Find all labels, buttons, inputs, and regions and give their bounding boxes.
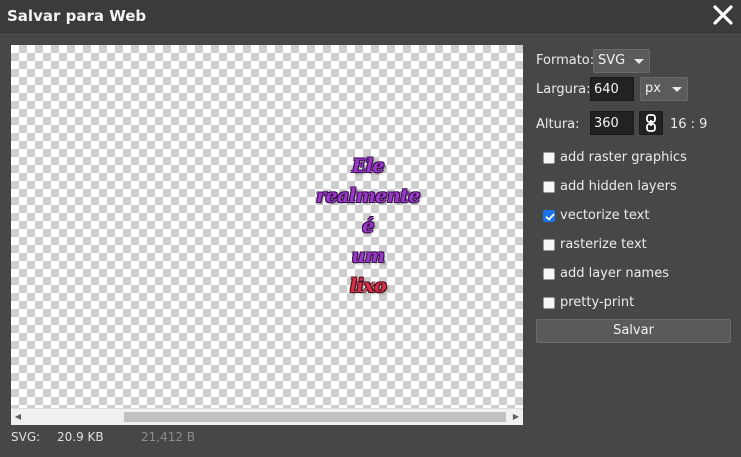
output-file-size: 20.9 KB <box>57 430 104 444</box>
height-label: Altura: <box>536 117 580 132</box>
artwork-text-line: realmente <box>316 185 421 207</box>
chevron-down-icon <box>672 87 682 92</box>
format-select[interactable]: SVG <box>593 49 650 73</box>
unit-select-value: px <box>645 81 661 96</box>
preview-artwork: Ele realmente é um lixo <box>303 151 433 301</box>
unit-select[interactable]: px <box>640 77 688 101</box>
width-input[interactable] <box>590 77 634 101</box>
scroll-right-arrow-icon[interactable]: ▶ <box>509 409 523 425</box>
chain-link-icon <box>646 114 656 132</box>
height-input[interactable] <box>590 111 634 135</box>
aspect-ratio-label: 16 : 9 <box>670 117 708 132</box>
save-button[interactable]: Salvar <box>536 319 731 343</box>
constrain-proportions-button[interactable] <box>639 111 663 135</box>
artwork-text-line: é <box>362 215 374 237</box>
preview-horizontal-scrollbar[interactable]: ◀ ▶ <box>11 408 523 425</box>
checkbox[interactable] <box>543 268 555 280</box>
artwork-text-line: um <box>351 245 385 267</box>
scroll-left-arrow-icon[interactable]: ◀ <box>11 409 25 425</box>
format-label: Formato: <box>536 53 595 68</box>
checkbox-checked[interactable] <box>543 210 555 222</box>
close-button[interactable] <box>711 3 735 27</box>
checkbox[interactable] <box>543 297 555 309</box>
dialog-titlebar: Salvar para Web <box>0 0 741 33</box>
artwork-text-line: Ele <box>351 155 385 177</box>
dialog-title: Salvar para Web <box>7 7 147 25</box>
scrollbar-thumb[interactable] <box>124 412 506 422</box>
option-label: vectorize text <box>560 208 650 223</box>
width-label: Largura: <box>536 82 591 97</box>
checkmark-icon <box>545 213 555 221</box>
option-label: pretty-print <box>560 295 635 310</box>
option-label: add hidden layers <box>560 179 677 194</box>
checkbox[interactable] <box>543 239 555 251</box>
artwork-text-line: lixo <box>349 275 387 297</box>
output-byte-count: 21,412 B <box>141 430 196 444</box>
format-select-value: SVG <box>598 53 626 68</box>
preview-canvas[interactable]: Ele realmente é um lixo <box>11 45 523 425</box>
checkbox[interactable] <box>543 152 555 164</box>
option-label: rasterize text <box>560 237 647 252</box>
option-label: add layer names <box>560 266 669 281</box>
chevron-down-icon <box>634 59 644 64</box>
checkbox[interactable] <box>543 181 555 193</box>
output-format-label: SVG: <box>11 430 41 444</box>
close-icon <box>713 5 733 25</box>
option-label: add raster graphics <box>560 150 687 165</box>
